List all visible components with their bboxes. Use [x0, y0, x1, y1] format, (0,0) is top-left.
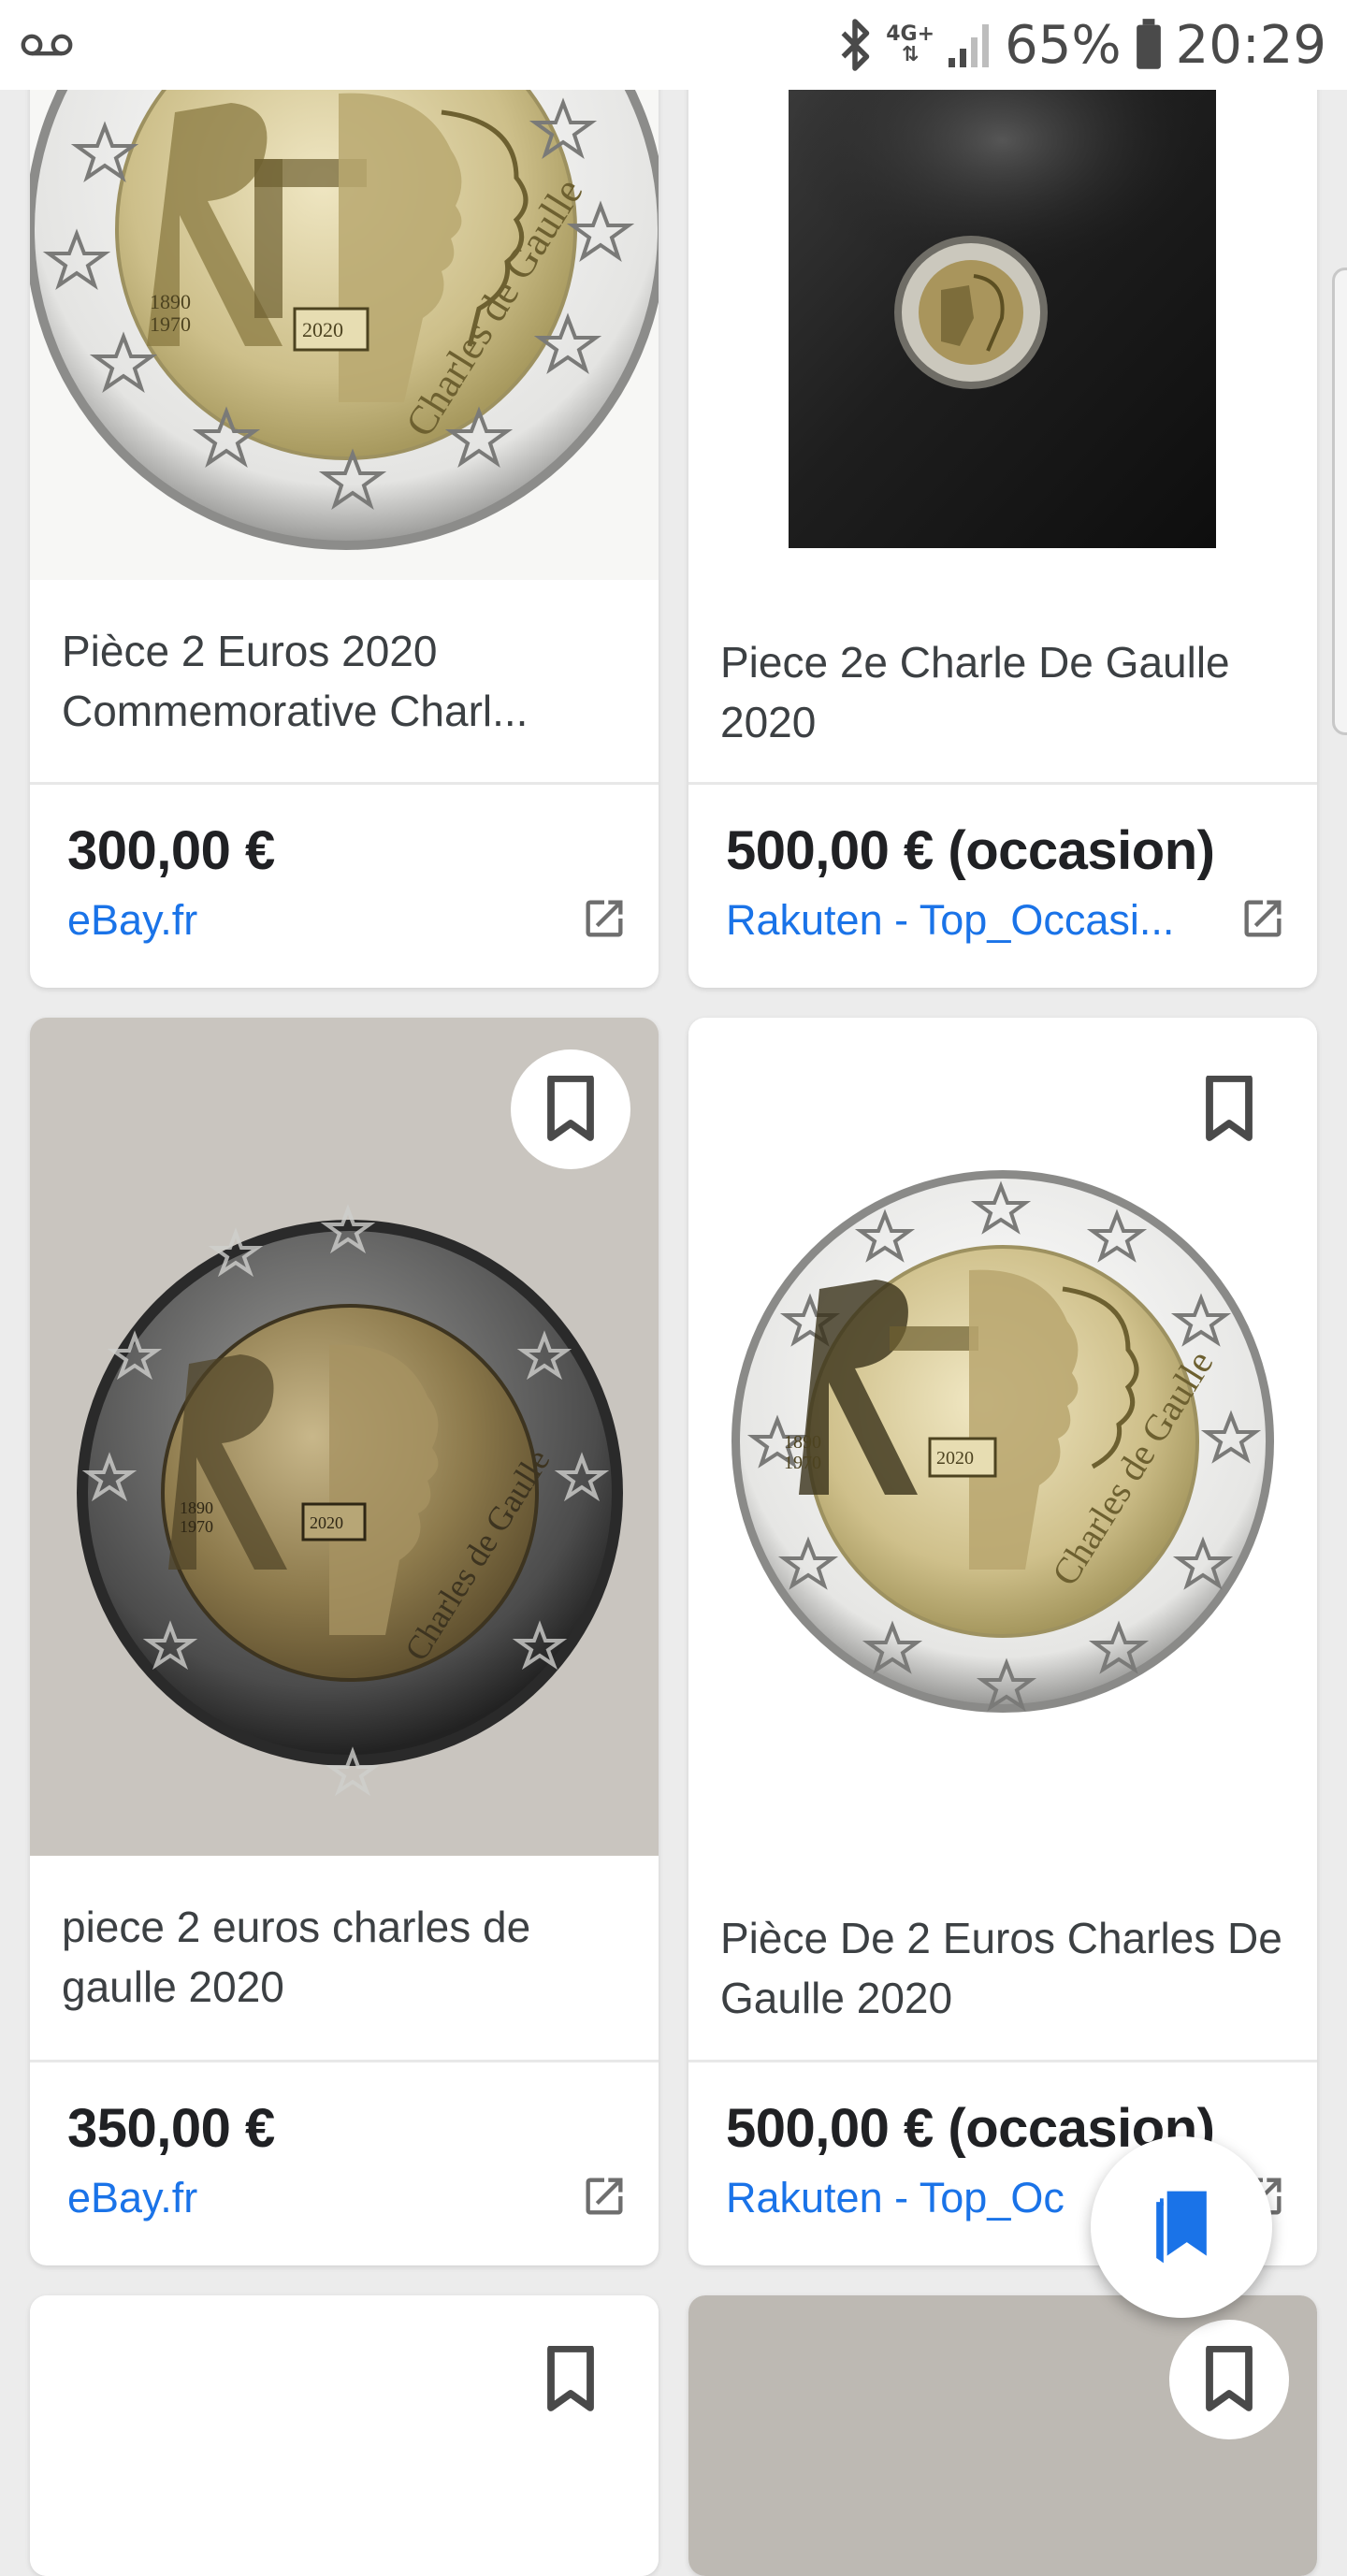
external-link-icon[interactable] [580, 894, 629, 943]
result-source-link[interactable]: eBay.fr [67, 2174, 556, 2222]
bookmark-icon [1206, 1076, 1253, 1141]
signal-icon [949, 24, 990, 67]
result-card[interactable]: 1890 1970 2020 Charles de Gaulle piece 2… [30, 1018, 659, 2265]
svg-text:2020: 2020 [302, 318, 343, 341]
save-button[interactable] [1169, 1049, 1289, 1169]
result-title[interactable]: Piece 2e Charle De Gaulle 2020 [720, 632, 1285, 754]
result-title[interactable]: Pièce De 2 Euros Charles De Gaulle 2020 [720, 1908, 1285, 2030]
external-link-icon[interactable] [580, 2172, 629, 2221]
result-title[interactable]: Pièce 2 Euros 2020 Commemorative Charl..… [62, 621, 627, 743]
battery-percent: 65% [1005, 14, 1122, 76]
svg-text:1970: 1970 [784, 1453, 821, 1473]
result-price: 500,00 € (occasion) [726, 820, 1215, 881]
collections-button[interactable] [1091, 2136, 1272, 2318]
svg-text:2020: 2020 [936, 1448, 974, 1469]
result-title[interactable]: piece 2 euros charles de gaulle 2020 [62, 1897, 627, 2019]
voicemail-icon [21, 34, 73, 56]
bookmark-icon [547, 2346, 594, 2411]
network-4g-icon: 4G+ ⇅ [886, 22, 935, 66]
bookmarks-icon [1156, 2191, 1207, 2264]
result-price: 350,00 € [67, 2098, 275, 2159]
divider [688, 2060, 1317, 2062]
bookmark-icon [1206, 2346, 1253, 2411]
svg-text:1890: 1890 [784, 1432, 821, 1453]
divider [30, 782, 659, 785]
coin-image[interactable]: 1890 1970 2020 Charles de Gaulle [30, 37, 659, 580]
save-button[interactable] [1169, 2320, 1289, 2439]
divider [688, 782, 1317, 785]
svg-text:2020: 2020 [310, 1513, 343, 1532]
svg-text:1890: 1890 [150, 290, 191, 313]
save-button[interactable] [511, 2320, 630, 2439]
external-link-icon[interactable] [1238, 894, 1287, 943]
save-button[interactable] [511, 1049, 630, 1169]
result-source-link[interactable]: Rakuten - Top_Occasi... [726, 896, 1214, 945]
bluetooth-icon [841, 19, 870, 71]
result-card[interactable] [30, 2295, 659, 2576]
result-card[interactable]: 1890 1970 2020 Charles de Gaulle Pièce D… [688, 1018, 1317, 2265]
result-price: 300,00 € [67, 820, 275, 881]
clock: 20:29 [1175, 14, 1326, 76]
bookmark-icon [547, 1076, 594, 1141]
scroll-handle[interactable] [1332, 268, 1347, 735]
result-source-link[interactable]: eBay.fr [67, 896, 556, 945]
battery-icon [1136, 19, 1161, 69]
svg-text:1970: 1970 [180, 1517, 213, 1536]
status-bar: 4G+ ⇅ 65% 20:29 [0, 0, 1347, 90]
svg-text:1970: 1970 [150, 312, 191, 336]
divider [30, 2060, 659, 2062]
result-card[interactable] [688, 2295, 1317, 2576]
coin-photo[interactable] [688, 37, 1317, 580]
result-card[interactable]: Piece 2e Charle De Gaulle 2020 500,00 € … [688, 37, 1317, 988]
result-card[interactable]: 1890 1970 2020 Charles de Gaulle Pièce 2… [30, 37, 659, 988]
results-feed: 1890 1970 2020 Charles de Gaulle Pièce 2… [0, 0, 1347, 2576]
svg-text:1890: 1890 [180, 1498, 213, 1517]
